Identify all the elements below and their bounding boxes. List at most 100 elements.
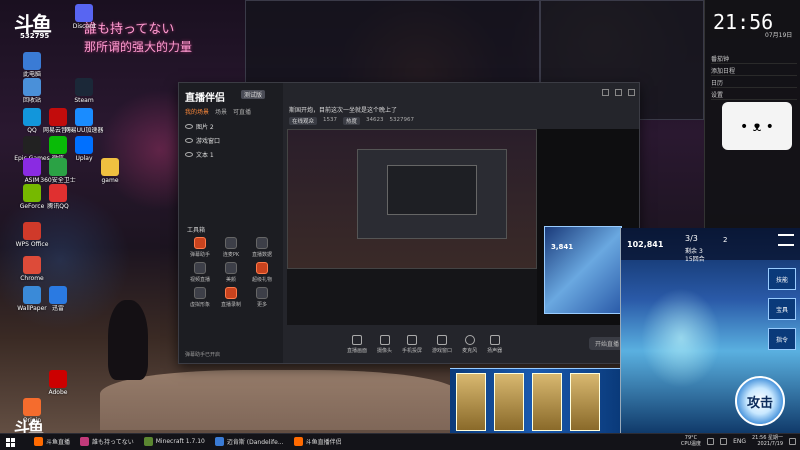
toolbar-label: 麦克风	[462, 347, 478, 354]
desktop-icon[interactable]: 迅雷	[40, 286, 76, 312]
tab-live[interactable]: 可直播	[233, 107, 251, 116]
start-button[interactable]	[0, 434, 20, 450]
scene-item[interactable]: 图片 2	[185, 119, 277, 133]
app-icon	[23, 222, 41, 240]
servant-card[interactable]	[570, 373, 600, 431]
desktop-icon[interactable]: 360安全卫士	[40, 158, 76, 184]
app-icon	[23, 78, 41, 96]
scene-label: 游戏窗口	[196, 137, 221, 145]
eye-icon[interactable]	[185, 123, 193, 129]
servant-card[interactable]	[494, 373, 524, 431]
toolbar-button[interactable]: 直播画面	[347, 334, 368, 354]
toolbox-item[interactable]: 弹幕助手	[185, 237, 215, 258]
eye-icon[interactable]	[185, 151, 193, 157]
app-header: 斯国开炮，目前这次一坐就是这个晚上了 在线观众 1537 热度 34623 53…	[285, 83, 639, 125]
streaming-app-window[interactable]: 直播伴侣 测试版 我的场景 场景 可直播 图片 2 游戏窗口 文本 1 工具箱 …	[178, 82, 640, 364]
app-version-badge: 测试版	[241, 90, 266, 99]
tool-icon	[225, 237, 237, 249]
toolbox-item[interactable]: 直播数据	[247, 237, 277, 258]
douyu-watermark: 斗鱼 532795	[14, 8, 54, 40]
tool-label: 直播数据	[251, 252, 272, 258]
toolbar-label: 直播画面	[347, 347, 368, 354]
input-language[interactable]: ENG	[733, 438, 746, 445]
taskbar-clock[interactable]: 21:56 星期一 2021/7/19	[752, 435, 783, 447]
scene-item[interactable]: 游戏窗口	[185, 133, 277, 147]
desktop-icon[interactable]: Discord	[66, 4, 102, 30]
desktop-icon-label: 腾讯QQ	[47, 203, 69, 210]
tool-label: 直播录制	[220, 302, 241, 308]
desktop-icon[interactable]: game	[92, 158, 128, 184]
maximize-icon[interactable]	[615, 89, 622, 96]
preview-nested-app-inner	[387, 165, 477, 215]
desktop-icon[interactable]: 回收站	[14, 78, 50, 104]
toolbox-item[interactable]: 美颜	[216, 262, 246, 283]
desktop-icon[interactable]: Chrome	[14, 256, 50, 282]
toolbar-button[interactable]: 手机投屏	[402, 334, 422, 354]
cat-sticker-image: • ᴥ •	[722, 102, 792, 150]
network-icon[interactable]	[707, 437, 715, 445]
heat-count: 34623	[366, 117, 384, 123]
stream-title[interactable]: 斯国开炮，目前这次一坐就是这个晚上了	[289, 105, 397, 114]
desktop-icon-label: 此电脑	[22, 71, 41, 78]
taskbar-app[interactable]: Minecraft 1.7.10	[139, 434, 209, 450]
toolbar-button[interactable]: 扬声器	[487, 334, 503, 354]
game-command-button[interactable]: 指令	[768, 328, 796, 350]
desktop-icon[interactable]: WPS Office	[14, 222, 50, 248]
toolbox-item[interactable]: 更多	[247, 287, 277, 308]
tab-scenes[interactable]: 场景	[215, 107, 227, 116]
widget-menu-item[interactable]: 番茄钟	[711, 52, 797, 64]
toolbox-item[interactable]: 连麦PK	[216, 237, 246, 258]
taskbar-app[interactable]: 斗鱼直播	[30, 434, 75, 450]
game-command-button[interactable]: 技能	[768, 268, 796, 290]
small-game-window[interactable]: 3,841	[544, 226, 622, 314]
toolbox-item[interactable]: 超级礼物	[247, 262, 277, 283]
tool-icon	[256, 287, 268, 299]
toolbox-item[interactable]: 直播录制	[216, 287, 246, 308]
widget-menu-item[interactable]: 设置	[711, 88, 797, 100]
taskbar-app[interactable]: 誰も持ってない	[76, 434, 138, 450]
toolbar-button[interactable]: 摄像头	[377, 334, 392, 354]
taskbar-app-icon	[293, 437, 303, 446]
game-window[interactable]: 102,841 3/3 剩余 3 15回合 2 技能 宝具 指令 攻击	[620, 228, 800, 433]
cpu-temp-label: CPU温度	[680, 441, 702, 447]
attack-button[interactable]: 攻击	[735, 376, 785, 426]
eye-icon[interactable]	[185, 137, 193, 143]
taskbar-app-icon	[34, 437, 43, 446]
notification-icon[interactable]	[789, 437, 796, 445]
desktop-icon[interactable]: 此电脑	[14, 52, 50, 78]
desktop-icon-label: Adobe	[48, 389, 68, 396]
tab-my-scenes[interactable]: 我的场景	[185, 107, 209, 116]
app-icon	[75, 4, 93, 22]
toolbox-item[interactable]: 视频直播	[185, 262, 215, 283]
window-controls	[602, 89, 635, 96]
background-explorer-window[interactable]	[245, 0, 540, 86]
servant-card[interactable]	[456, 373, 486, 431]
cpu-temp[interactable]: 79°C CPU温度	[681, 435, 701, 447]
widget-menu-item[interactable]: 添加日程	[711, 64, 797, 76]
toolbox-item[interactable]: 虚拟形象	[185, 287, 215, 308]
close-icon[interactable]	[628, 89, 635, 96]
wallpaper-floor	[100, 370, 460, 430]
desktop-icon[interactable]: Adobe	[40, 370, 76, 396]
taskbar-app[interactable]: 迈肯斯 (Dandelife...	[210, 434, 288, 450]
tool-label: 虚拟形象	[189, 302, 210, 308]
taskbar-apps: 斗鱼直播 誰も持ってない Minecraft 1.7.10 迈肯斯 (Dandelif…	[30, 434, 348, 450]
desktop-icon[interactable]: 腾讯QQ	[40, 184, 76, 210]
volume-icon[interactable]	[720, 437, 728, 445]
minimize-icon[interactable]	[602, 89, 609, 96]
tool-icon	[225, 262, 237, 274]
sidebar-tabs: 我的场景 场景 可直播	[185, 107, 251, 116]
toolbar-label: 扬声器	[487, 347, 503, 354]
servant-card[interactable]	[532, 373, 562, 431]
toolbar-button[interactable]: 麦克风	[462, 334, 478, 354]
desktop-icon[interactable]: 网易UU加速器	[65, 108, 103, 134]
taskbar-app[interactable]: 斗鱼直播伴侣	[289, 434, 346, 450]
scene-label: 文本 1	[196, 151, 214, 159]
toolbar-button[interactable]: 游戏窗口	[432, 334, 452, 354]
game-command-button[interactable]: 宝具	[768, 298, 796, 320]
desktop-icon[interactable]: Steam	[66, 78, 102, 104]
app-icon	[23, 184, 41, 202]
scene-item[interactable]: 文本 1	[185, 147, 277, 161]
widget-menu-item[interactable]: 日历	[711, 76, 797, 88]
menu-icon[interactable]	[778, 234, 794, 246]
